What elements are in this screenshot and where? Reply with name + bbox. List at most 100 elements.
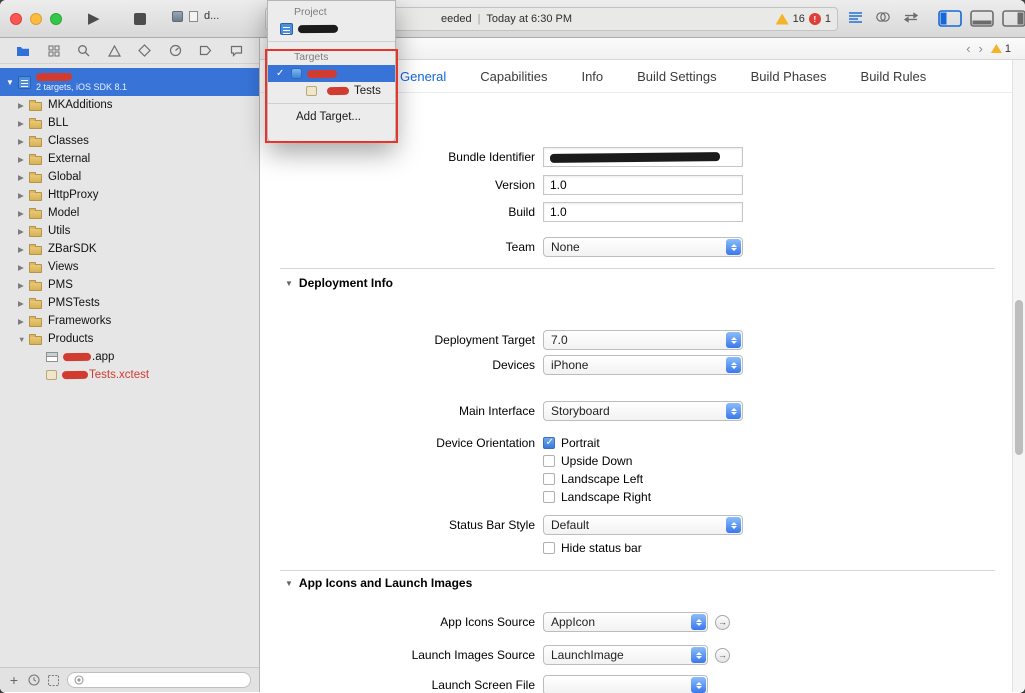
tab-build-phases[interactable]: Build Phases	[751, 69, 827, 84]
checkbox-upside-down[interactable]	[543, 455, 555, 467]
popover-project-item[interactable]	[268, 20, 395, 37]
back-chevron-icon[interactable]: ‹	[966, 41, 970, 56]
sidebar-item-xctest-product[interactable]: Tests.xctest	[0, 366, 259, 384]
filter-input[interactable]	[67, 672, 251, 688]
scrollbar-track[interactable]	[1012, 60, 1025, 692]
app-icons-header[interactable]: ▼ App Icons and Launch Images	[285, 576, 472, 590]
project-navigator-icon[interactable]	[16, 45, 30, 57]
sidebar-item-utils[interactable]: ▶ Utils	[0, 222, 259, 240]
popover-target-tests[interactable]: Tests	[268, 82, 395, 99]
bundle-identifier-field[interactable]	[543, 147, 743, 167]
run-button[interactable]: ▶	[88, 9, 100, 27]
sidebar-item-views[interactable]: ▶ Views	[0, 258, 259, 276]
deployment-target-popup[interactable]: 7.0	[543, 330, 743, 350]
disclosure-right-icon[interactable]: ▶	[18, 119, 29, 128]
navigator-toggle-icon[interactable]	[938, 10, 962, 27]
symbol-navigator-icon[interactable]	[48, 45, 60, 57]
disclosure-right-icon[interactable]: ▶	[18, 227, 29, 236]
tab-capabilities[interactable]: Capabilities	[480, 69, 547, 84]
disclosure-down-icon[interactable]: ▼	[18, 335, 29, 344]
launch-screen-file-popup[interactable]	[543, 675, 708, 693]
app-icons-source-popup[interactable]: AppIcon	[543, 612, 708, 632]
checkbox-portrait[interactable]	[543, 437, 555, 449]
disclosure-down-icon[interactable]: ▼	[285, 579, 293, 588]
close-window-button[interactable]	[10, 13, 22, 25]
team-popup[interactable]: None	[543, 237, 743, 257]
popup-stepper-icon	[726, 357, 741, 373]
sidebar-item-mkadditions[interactable]: ▶ MKAdditions	[0, 96, 259, 114]
debug-navigator-icon[interactable]	[169, 44, 182, 57]
status-bar-style-popup[interactable]: Default	[543, 515, 743, 535]
scm-status-icon[interactable]	[48, 674, 59, 686]
editor-mode-buttons	[848, 11, 919, 23]
disclosure-right-icon[interactable]: ▶	[18, 263, 29, 272]
issue-navigator-icon[interactable]	[107, 44, 121, 57]
sidebar-item-frameworks[interactable]: ▶ Frameworks	[0, 312, 259, 330]
disclosure-right-icon[interactable]: ▶	[18, 299, 29, 308]
sidebar-item-products[interactable]: ▼ Products	[0, 330, 259, 348]
breakpoint-navigator-icon[interactable]	[199, 45, 212, 56]
disclosure-right-icon[interactable]: ▶	[18, 317, 29, 326]
disclosure-right-icon[interactable]: ▶	[18, 155, 29, 164]
tab-general[interactable]: General	[400, 69, 446, 84]
launch-images-source-popup[interactable]: LaunchImage	[543, 645, 708, 665]
zoom-window-button[interactable]	[50, 13, 62, 25]
popover-target-app[interactable]: ✓	[268, 65, 395, 82]
test-navigator-icon[interactable]	[138, 44, 152, 57]
recent-files-icon[interactable]	[28, 674, 40, 686]
sidebar-item-model[interactable]: ▶ Model	[0, 204, 259, 222]
checkbox-landscape-left[interactable]	[543, 473, 555, 485]
assistant-editor-icon[interactable]	[875, 11, 891, 23]
utilities-toggle-icon[interactable]	[1002, 10, 1025, 27]
report-navigator-icon[interactable]	[230, 45, 243, 57]
app-icons-arrow-button[interactable]: →	[715, 614, 730, 630]
build-field[interactable]: 1.0	[543, 202, 743, 222]
disclosure-down-icon[interactable]: ▼	[285, 279, 293, 288]
search-navigator-icon[interactable]	[77, 44, 90, 57]
sidebar-item-httpproxy[interactable]: ▶ HttpProxy	[0, 186, 259, 204]
stop-button[interactable]	[134, 13, 146, 25]
sidebar-item-pmstests[interactable]: ▶ PMSTests	[0, 294, 259, 312]
disclosure-right-icon[interactable]: ▶	[18, 137, 29, 146]
minimize-window-button[interactable]	[30, 13, 42, 25]
version-field[interactable]: 1.0	[543, 175, 743, 195]
error-icon[interactable]: !	[808, 13, 821, 25]
checkbox-landscape-right[interactable]	[543, 491, 555, 503]
debug-area-toggle-icon[interactable]	[970, 10, 994, 27]
sidebar-item-external[interactable]: ▶ External	[0, 150, 259, 168]
sidebar-item-classes[interactable]: ▶ Classes	[0, 132, 259, 150]
disclosure-right-icon[interactable]: ▶	[18, 191, 29, 200]
jumpbar-warning[interactable]: 1	[990, 43, 1011, 55]
tab-build-settings[interactable]: Build Settings	[637, 69, 717, 84]
launch-images-arrow-button[interactable]: →	[715, 647, 730, 663]
sidebar-item-global[interactable]: ▶ Global	[0, 168, 259, 186]
main-interface-popup[interactable]: Storyboard	[543, 401, 743, 421]
project-root-row[interactable]: ▼ 2 targets, iOS SDK 8.1	[0, 68, 259, 96]
sidebar-item-bll[interactable]: ▶ BLL	[0, 114, 259, 132]
disclosure-right-icon[interactable]: ▶	[18, 101, 29, 110]
tab-build-rules[interactable]: Build Rules	[861, 69, 927, 84]
add-target-item[interactable]: Add Target...	[268, 108, 395, 126]
deployment-info-header[interactable]: ▼ Deployment Info	[285, 276, 393, 290]
forward-chevron-icon[interactable]: ›	[979, 41, 983, 56]
disclosure-down-icon[interactable]: ▼	[6, 78, 18, 87]
error-count[interactable]: 1	[825, 13, 831, 25]
disclosure-right-icon[interactable]: ▶	[18, 173, 29, 182]
disclosure-right-icon[interactable]: ▶	[18, 245, 29, 254]
tab-info[interactable]: Info	[581, 69, 603, 84]
checkbox-hide-status-bar[interactable]	[543, 542, 555, 554]
scrollbar-thumb[interactable]	[1015, 300, 1023, 455]
warning-icon[interactable]	[775, 13, 789, 25]
disclosure-right-icon[interactable]: ▶	[18, 209, 29, 218]
disclosure-right-icon[interactable]: ▶	[18, 281, 29, 290]
sidebar-item-app-product[interactable]: .app	[0, 348, 259, 366]
scheme-selector[interactable]: d...	[172, 10, 219, 22]
warning-count[interactable]: 16	[793, 13, 805, 25]
sidebar-item-zbarsdk[interactable]: ▶ ZBarSDK	[0, 240, 259, 258]
window-body: ▼ 2 targets, iOS SDK 8.1 ▶ MKAdditions ▶ B…	[0, 38, 1025, 693]
devices-popup[interactable]: iPhone	[543, 355, 743, 375]
add-button[interactable]: +	[8, 672, 20, 688]
sidebar-item-pms[interactable]: ▶ PMS	[0, 276, 259, 294]
version-editor-icon[interactable]	[903, 11, 919, 23]
standard-editor-icon[interactable]	[848, 11, 863, 23]
